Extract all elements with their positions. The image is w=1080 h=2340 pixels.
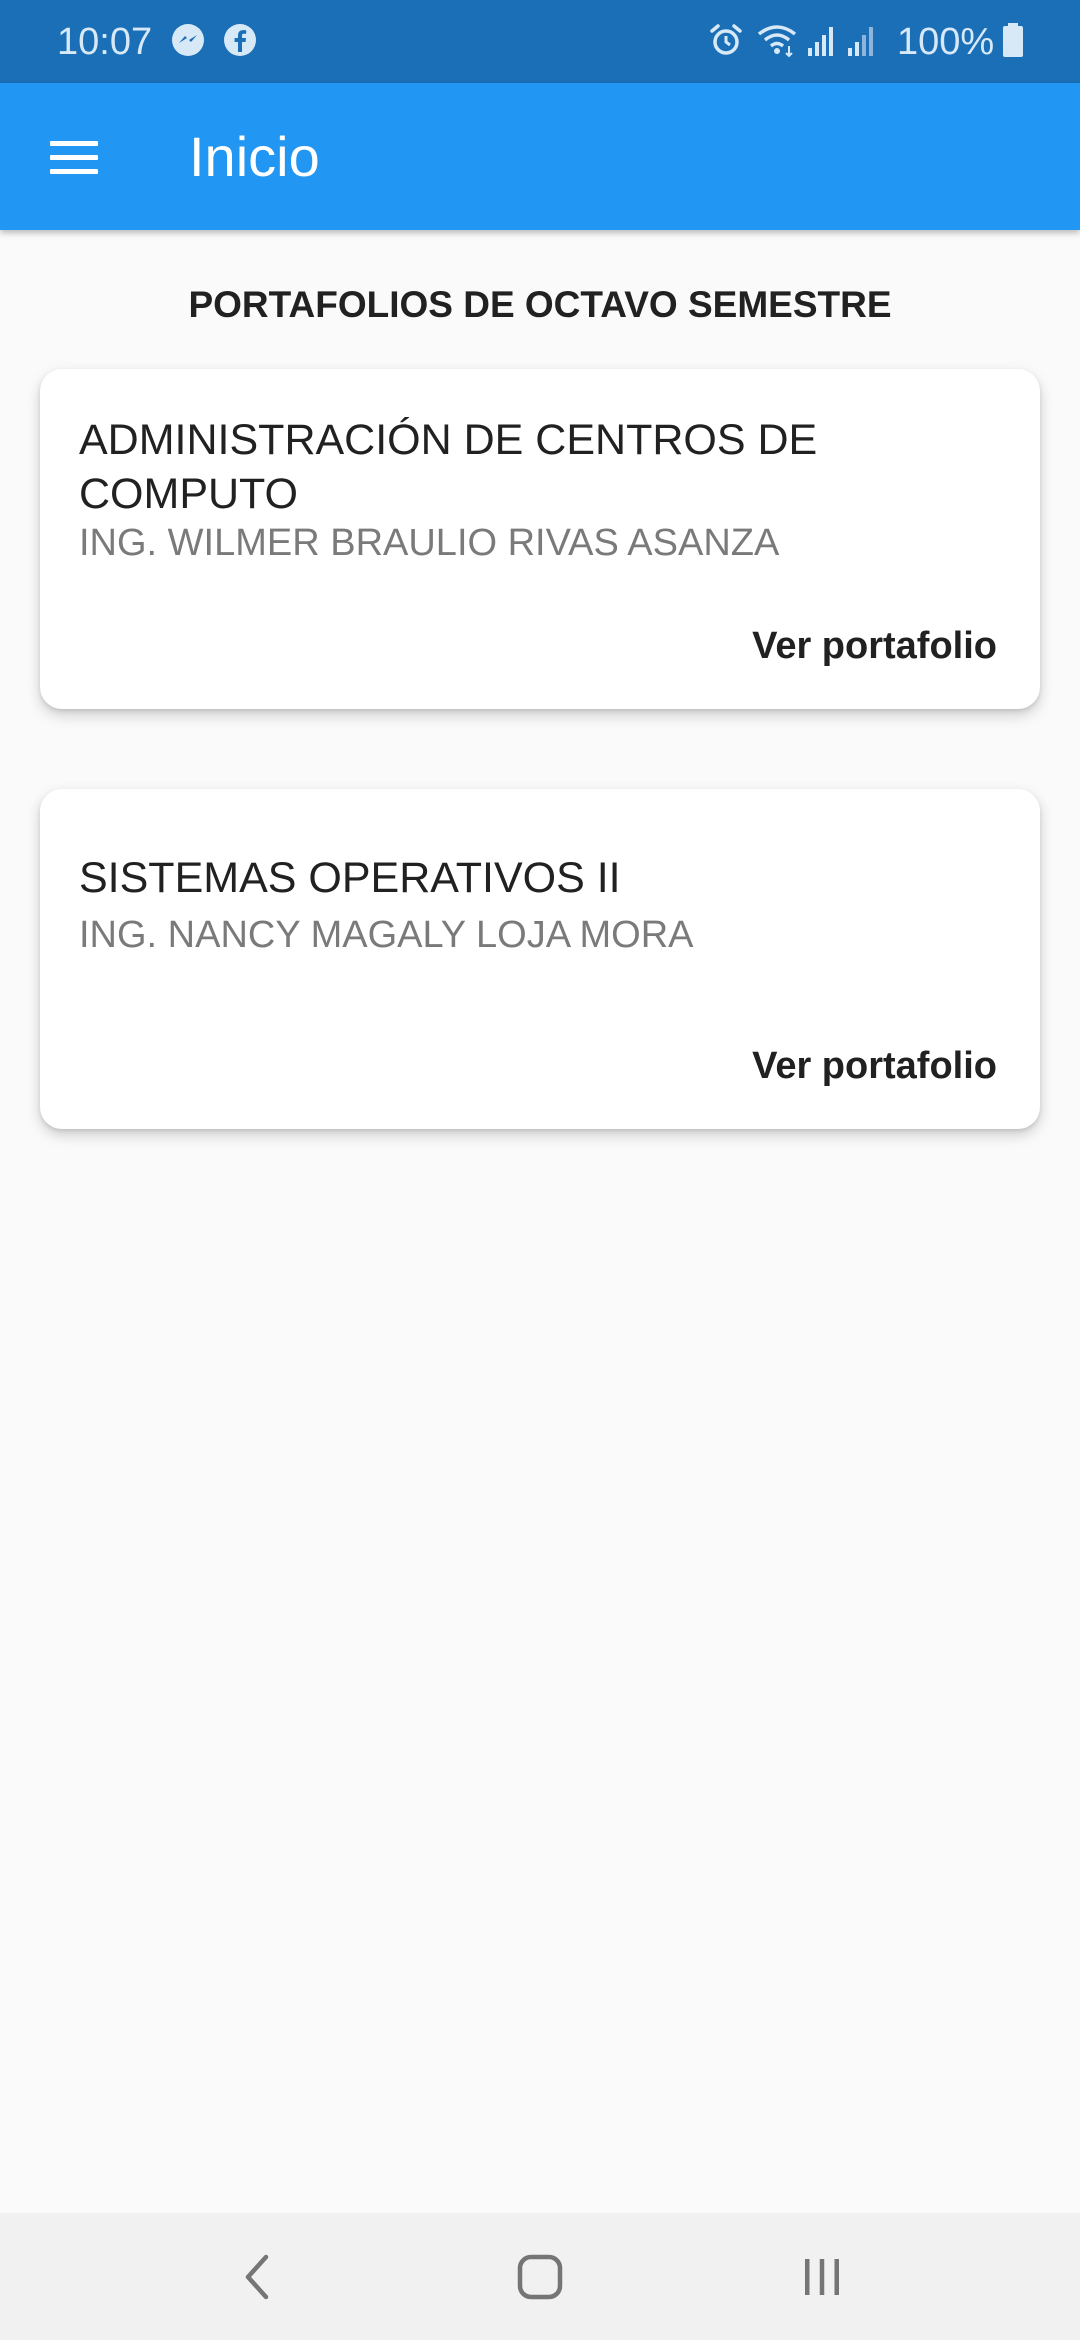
recents-button[interactable]	[762, 2213, 882, 2340]
home-button[interactable]	[480, 2213, 600, 2340]
portfolio-card: SISTEMAS OPERATIVOS II ING. NANCY MAGALY…	[40, 789, 1040, 1129]
wifi-icon	[757, 25, 797, 58]
menu-icon	[50, 140, 98, 146]
card-title: SISTEMAS OPERATIVOS II	[79, 854, 621, 902]
card-subtitle: ING. WILMER BRAULIO RIVAS ASANZA	[79, 522, 780, 564]
home-icon	[517, 2254, 563, 2299]
alarm-icon	[710, 24, 742, 55]
menu-button[interactable]	[30, 121, 118, 193]
view-portfolio-button[interactable]: Ver portafolio	[752, 1037, 997, 1095]
section-title: PORTAFOLIOS DE OCTAVO SEMESTRE	[188, 284, 892, 325]
app-bar: Inicio	[0, 83, 1080, 230]
recents-icon	[805, 2258, 839, 2295]
facebook-icon	[224, 24, 256, 56]
signal-icon	[808, 27, 833, 56]
signal-icon	[848, 27, 873, 56]
messenger-icon	[172, 24, 204, 56]
view-portfolio-button[interactable]: Ver portafolio	[752, 617, 997, 675]
battery-icon	[1003, 23, 1023, 57]
back-icon	[245, 2254, 269, 2299]
card-title: ADMINISTRACIÓN DE CENTROS DE COMPUTO	[79, 416, 818, 518]
system-navigation-bar	[0, 2213, 1080, 2340]
page-title: Inicio	[189, 125, 320, 188]
card-subtitle: ING. NANCY MAGALY LOJA MORA	[79, 914, 694, 956]
back-button[interactable]	[198, 2213, 318, 2340]
portfolio-card: ADMINISTRACIÓN DE CENTROS DE COMPUTO ING…	[40, 369, 1040, 709]
battery-percentage: 100%	[897, 21, 995, 63]
status-bar: 10:07 100%	[0, 0, 1080, 83]
status-time: 10:07	[57, 21, 153, 63]
